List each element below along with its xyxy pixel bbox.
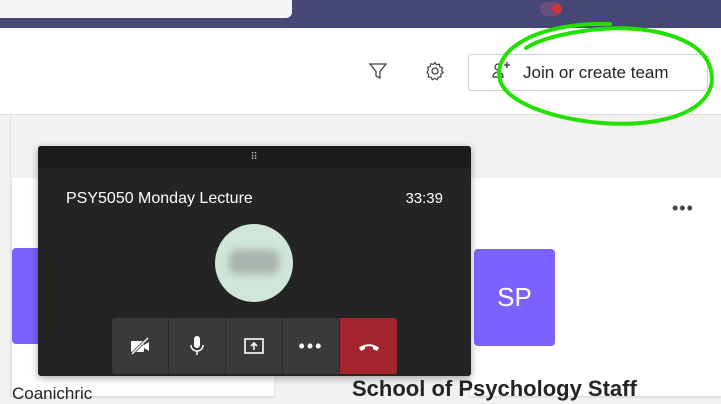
camera-off-icon[interactable] xyxy=(112,318,169,374)
team-tile-initials: SP xyxy=(474,249,555,346)
settings-icon[interactable] xyxy=(422,58,448,84)
microphone-icon[interactable] xyxy=(169,318,226,374)
profile-avatar[interactable] xyxy=(540,2,562,16)
more-icon[interactable]: ••• xyxy=(672,198,694,219)
share-screen-icon[interactable] xyxy=(226,318,283,374)
meeting-title: PSY5050 Monday Lecture xyxy=(66,190,253,207)
join-button-label: Join or create team xyxy=(523,62,669,82)
participant-avatar xyxy=(215,224,293,302)
search-bar[interactable] xyxy=(0,0,292,18)
team-name-psychology: School of Psychology Staff xyxy=(352,376,637,401)
call-mini-window[interactable]: ⠿ PSY5050 Monday Lecture 33:39 ••• xyxy=(38,146,471,376)
team-name: Coanichric xyxy=(12,384,93,403)
divider xyxy=(10,114,11,396)
call-controls: ••• xyxy=(112,318,397,374)
call-timer: 33:39 xyxy=(405,190,443,207)
filter-icon[interactable] xyxy=(365,58,391,84)
more-options-icon[interactable]: ••• xyxy=(283,318,340,374)
people-add-icon xyxy=(491,60,513,85)
join-or-create-team-button[interactable]: Join or create team xyxy=(468,54,708,91)
hang-up-icon[interactable] xyxy=(340,318,397,374)
drag-handle-icon[interactable]: ⠿ xyxy=(38,146,471,168)
